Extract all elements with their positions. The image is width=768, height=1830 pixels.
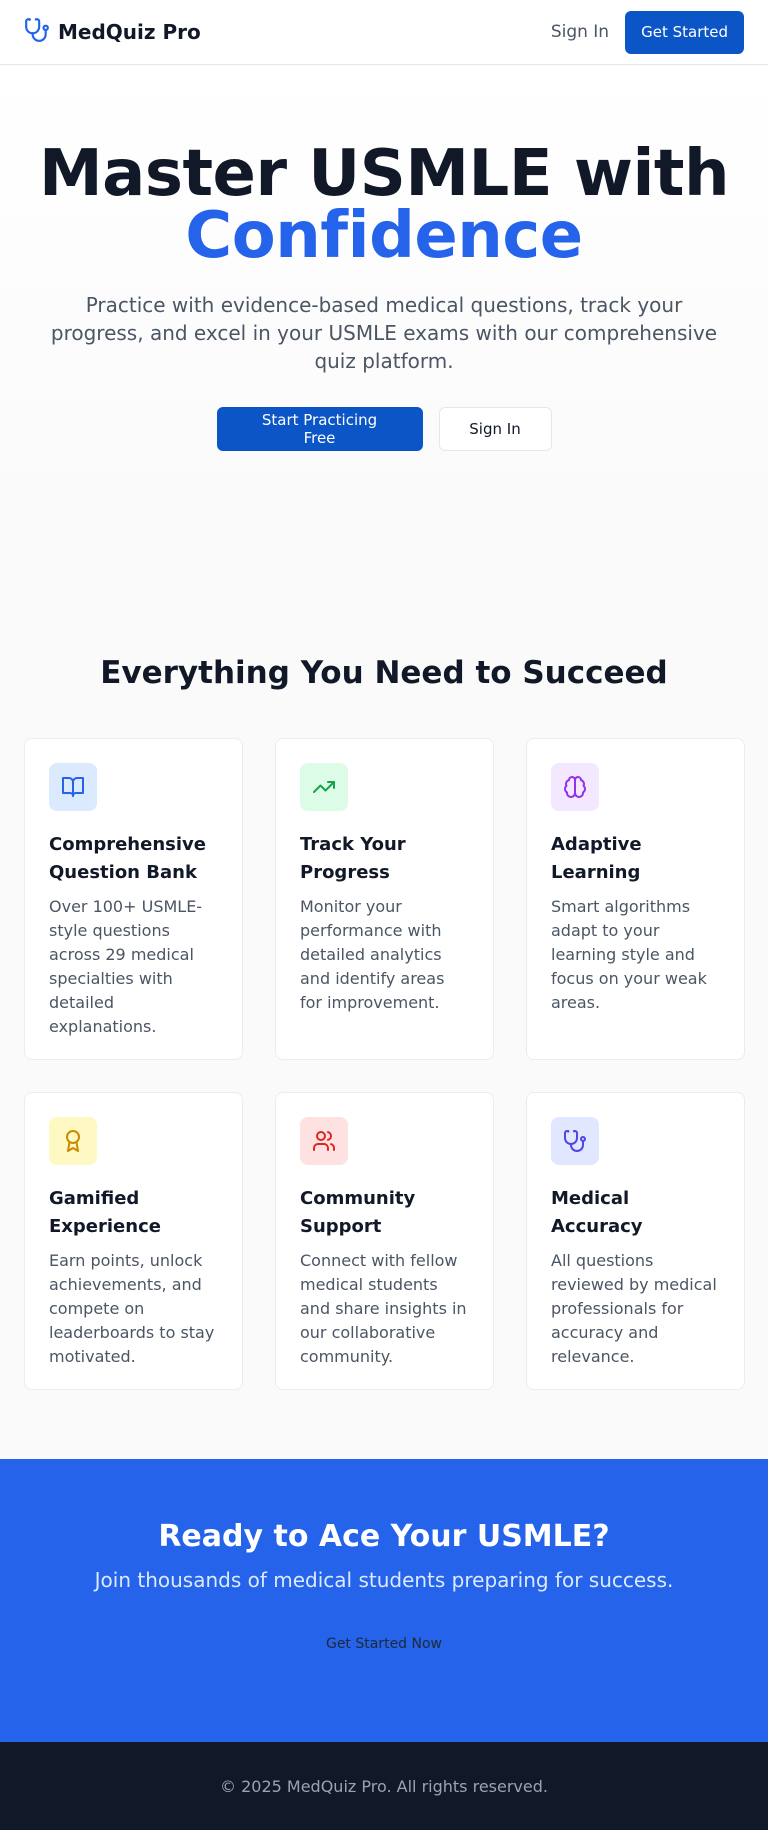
stethoscope-icon xyxy=(24,17,50,47)
feature-card-question-bank: Comprehensive Question Bank Over 100+ US… xyxy=(24,738,243,1060)
hero-title: Master USMLE with Confidence xyxy=(0,142,768,273)
brand-name: MedQuiz Pro xyxy=(58,20,201,44)
get-started-now-button[interactable]: Get Started Now xyxy=(326,1636,442,1652)
header-actions: Sign In Get Started xyxy=(551,10,744,54)
feature-card-track-progress: Track Your Progress Monitor your perform… xyxy=(275,738,494,1060)
brain-icon xyxy=(551,763,599,811)
header-get-started-button[interactable]: Get Started xyxy=(625,10,744,54)
feature-title: Medical Accuracy xyxy=(551,1188,643,1237)
feature-description: Smart algorithms adapt to your learning … xyxy=(551,897,707,1012)
header-sign-in-link[interactable]: Sign In xyxy=(551,14,609,50)
brand-logo[interactable]: MedQuiz Pro xyxy=(24,17,201,47)
feature-description: All questions reviewed by medical profes… xyxy=(551,1251,717,1366)
features-grid: Comprehensive Question Bank Over 100+ US… xyxy=(24,738,745,1390)
hero-sign-in-button[interactable]: Sign In xyxy=(438,407,552,451)
start-practicing-button[interactable]: Start Practicing Free xyxy=(216,407,423,451)
hero-title-accent: Confidence xyxy=(185,199,583,273)
site-header: MedQuiz Pro Sign In Get Started xyxy=(0,0,768,65)
feature-description: Earn points, unlock achievements, and co… xyxy=(49,1251,215,1366)
feature-card-community: Community Support Connect with fellow me… xyxy=(275,1092,494,1390)
users-icon xyxy=(300,1117,348,1165)
book-open-icon xyxy=(49,763,97,811)
hero-buttons: Start Practicing Free Sign In xyxy=(0,407,768,451)
feature-card-medical-accuracy: Medical Accuracy All questions reviewed … xyxy=(526,1092,745,1390)
site-footer: © 2025 MedQuiz Pro. All rights reserved. xyxy=(0,1742,768,1830)
cta-title: Ready to Ace Your USMLE? xyxy=(158,1519,610,1554)
feature-description: Over 100+ USMLE-style questions across 2… xyxy=(49,897,203,1036)
award-icon xyxy=(49,1117,97,1165)
feature-card-adaptive-learning: Adaptive Learning Smart algorithms adapt… xyxy=(526,738,745,1060)
features-section: Everything You Need to Succeed Comprehen… xyxy=(0,523,768,1459)
cta-section: Ready to Ace Your USMLE? Join thousands … xyxy=(0,1459,768,1742)
feature-title: Gamified Experience xyxy=(49,1188,161,1237)
cta-subtitle: Join thousands of medical students prepa… xyxy=(94,1568,674,1592)
trending-up-icon xyxy=(300,763,348,811)
hero-section: Master USMLE with Confidence Practice wi… xyxy=(0,65,768,523)
feature-description: Connect with fellow medical students and… xyxy=(300,1251,467,1366)
feature-title: Adaptive Learning xyxy=(551,834,642,883)
feature-title: Community Support xyxy=(300,1188,416,1237)
feature-card-gamified: Gamified Experience Earn points, unlock … xyxy=(24,1092,243,1390)
feature-title: Track Your Progress xyxy=(300,834,406,883)
copyright-text: © 2025 MedQuiz Pro. All rights reserved. xyxy=(220,1776,548,1796)
stethoscope-icon xyxy=(551,1117,599,1165)
hero-subtitle: Practice with evidence-based medical que… xyxy=(50,293,718,373)
feature-description: Monitor your performance with detailed a… xyxy=(300,897,445,1012)
features-title: Everything You Need to Succeed xyxy=(100,655,668,691)
feature-title: Comprehensive Question Bank xyxy=(49,834,206,883)
